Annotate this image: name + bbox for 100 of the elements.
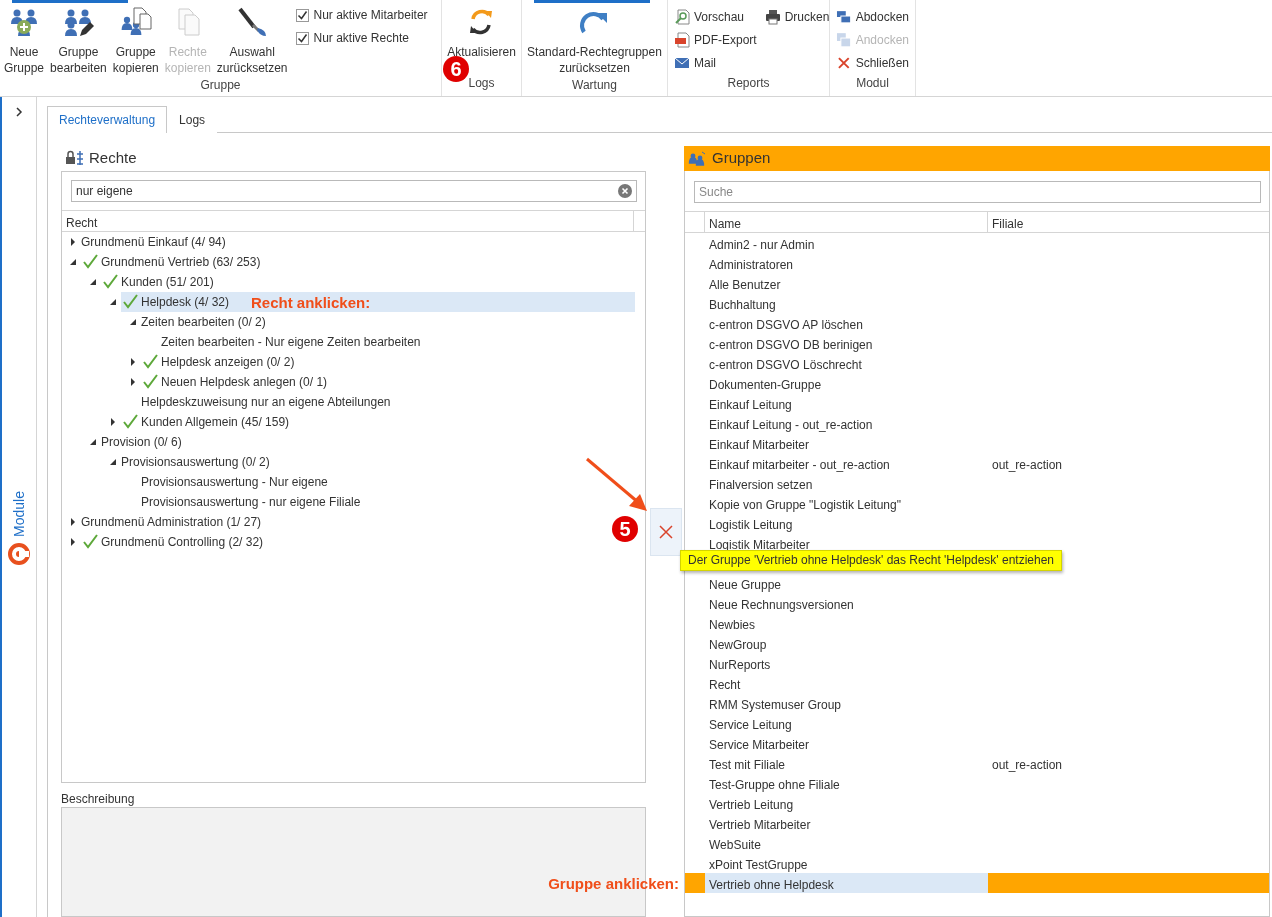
ribbon-button[interactable]: Abdocken [832,5,913,28]
preview-icon [674,8,690,25]
table-cell[interactable]: Dokumenten-Gruppe [705,373,988,393]
table-cell[interactable]: Service Leitung [705,713,988,733]
step-badge: 5 [612,516,638,542]
table-cell[interactable]: Test-Gruppe ohne Filiale [705,773,988,793]
clear-icon [618,184,632,198]
table-cell[interactable]: c-entron DSGVO DB berinigen [705,333,988,353]
table-cell[interactable]: Newbies [705,613,988,633]
tree-item[interactable]: Provisionsauswertung - Nur eigene [141,473,328,491]
group-label: Modul [855,75,890,92]
table-cell[interactable]: Kopie von Gruppe "Logistik Leitung" [705,493,988,513]
table-cell[interactable]: RMM Systemuser Group [705,693,988,713]
expand-icon[interactable] [129,358,137,366]
checkbox[interactable]: Nur aktive Rechte [295,29,428,47]
table-cell[interactable]: Administratoren [705,253,988,273]
search-field[interactable]: nur eigene [71,180,637,202]
expand-icon[interactable] [109,418,117,426]
reset-button[interactable]: Standard-Rechtegruppen zurücksetzen [525,0,664,76]
tree-item[interactable]: Grundmenü Einkauf (4/ 94) [81,233,226,251]
table-cell[interactable]: NurReports [705,653,988,673]
search-field[interactable]: Suche [694,181,1261,203]
collapse-icon[interactable] [109,458,117,466]
annotation-text: Gruppe anklicken: [548,874,679,894]
expand-icon [14,107,24,117]
expand-icon[interactable] [69,238,77,246]
tree-item[interactable]: Zeiten bearbeiten - Nur eigene Zeiten bearbeiten [161,333,421,351]
collapse-icon[interactable] [129,318,137,326]
table-cell[interactable]: Vertrieb Mitarbeiter [705,813,988,833]
tree-item[interactable]: Helpdesk anzeigen (0/ 2) [161,353,295,371]
expand-icon[interactable] [69,538,77,546]
check-icon [296,32,308,44]
table-cell[interactable]: Recht [705,673,988,693]
tree-item[interactable]: Provision (0/ 6) [101,433,182,451]
ribbon-button[interactable]: Schließen [832,51,913,74]
table-cell[interactable]: NewGroup [705,633,988,653]
panel-title: Rechte [89,147,137,168]
tree-item[interactable]: Provisionsauswertung - nur eigene Filiale [141,493,361,511]
annotation-text: Recht anklicken: [251,293,371,313]
table-cell[interactable]: Neue Rechnungsversionen [705,593,988,613]
table-cell[interactable]: Einkauf Mitarbeiter [705,433,988,453]
ribbon-button[interactable]: Drucken [760,5,834,28]
checkbox[interactable]: Nur aktive Mitarbeiter [295,6,428,24]
column-header: Recht [62,211,634,231]
expand-icon[interactable] [69,518,77,526]
table-cell[interactable]: Einkauf Leitung [705,393,988,413]
ribbon-button[interactable]: PDF-Export [670,28,761,51]
table-cell[interactable]: Admin2 - nur Admin [705,233,988,253]
expand-icon[interactable] [129,378,137,386]
tree-item[interactable]: Kunden (51/ 201) [121,273,214,291]
tree-item[interactable]: Helpdeskzuweisung nur an eigene Abteilungen [141,393,391,411]
group-label: Gruppe [199,77,242,94]
printer-icon [764,8,781,25]
tab[interactable]: Rechteverwaltung [47,106,168,133]
table-cell[interactable]: c-entron DSGVO AP löschen [705,313,988,333]
group-label: Reports [726,75,771,92]
table-cell[interactable]: Test mit Filiale [705,753,988,773]
table-cell[interactable]: Neue Gruppe [705,573,988,593]
tree-item[interactable]: Provisionsauswertung (0/ 2) [121,453,270,471]
ribbon-button[interactable]: Mail [670,51,761,74]
close-icon [658,524,674,540]
table-cell[interactable]: c-entron DSGVO Löschrecht [705,353,988,373]
selected-row[interactable]: Helpdesk (4/ 32) Recht anklicken: [121,292,635,312]
table-cell[interactable]: Einkauf mitarbeiter - out_re-action [705,453,988,473]
row-indicator [685,873,705,893]
collapse-icon[interactable] [89,278,97,286]
ribbon-button[interactable]: Gruppe kopieren [110,0,161,76]
annotation-arrow [586,457,647,511]
tree-item[interactable]: Grundmenü Vertrieb (63/ 253) [101,253,261,271]
table-cell[interactable]: Logistik Leitung [705,513,988,533]
table-cell[interactable]: Finalversion setzen [705,473,988,493]
tree-item[interactable]: Helpdesk (4/ 32) [141,293,230,311]
table-cell[interactable]: Vertrieb Leitung [705,793,988,813]
sidebar-label[interactable]: Module [8,491,30,537]
table-cell[interactable]: WebSuite [705,833,988,853]
table-cell[interactable]: Logistik Mitarbeiter [705,533,988,553]
tree-item[interactable]: Neuen Helpdesk anlegen (0/ 1) [161,373,328,391]
tree-item[interactable]: Zeiten bearbeiten (0/ 2) [141,313,266,331]
table-cell[interactable]: Vertrieb ohne Helpdesk [705,873,988,893]
tooltip: Der Gruppe 'Vertrieb ohne Helpdesk' das Recht 'Helpdesk' entziehen [680,550,1063,571]
collapse-icon[interactable] [89,438,97,446]
pdf-icon [674,31,690,48]
table-cell[interactable]: Alle Benutzer [705,273,988,293]
ribbon-button[interactable]: Auswahl zurücksetzen [214,0,290,76]
table-cell[interactable]: Einkauf Leitung - out_re-action [705,413,988,433]
tree-item[interactable]: Grundmenü Controlling (2/ 32) [101,533,264,551]
group-label: Wartung [571,77,618,94]
group-label: Logs [467,75,496,92]
table-cell[interactable]: Service Mitarbeiter [705,733,988,753]
collapse-icon[interactable] [109,298,117,306]
tree-item[interactable]: Grundmenü Administration (1/ 27) [81,513,262,531]
panel-title: Gruppen [712,148,771,169]
ribbon-button[interactable]: Neue Gruppe [2,0,47,76]
table-cell[interactable]: Buchhaltung [705,293,988,313]
ribbon-button[interactable]: Gruppe bearbeiten [48,0,109,76]
collapse-icon[interactable] [69,258,77,266]
table-cell[interactable]: xPoint TestGruppe [705,853,988,873]
ribbon-button[interactable]: Vorschau [670,5,761,28]
tree-item[interactable]: Kunden Allgemein (45/ 159) [141,413,290,431]
step-badge: 6 [443,56,469,82]
